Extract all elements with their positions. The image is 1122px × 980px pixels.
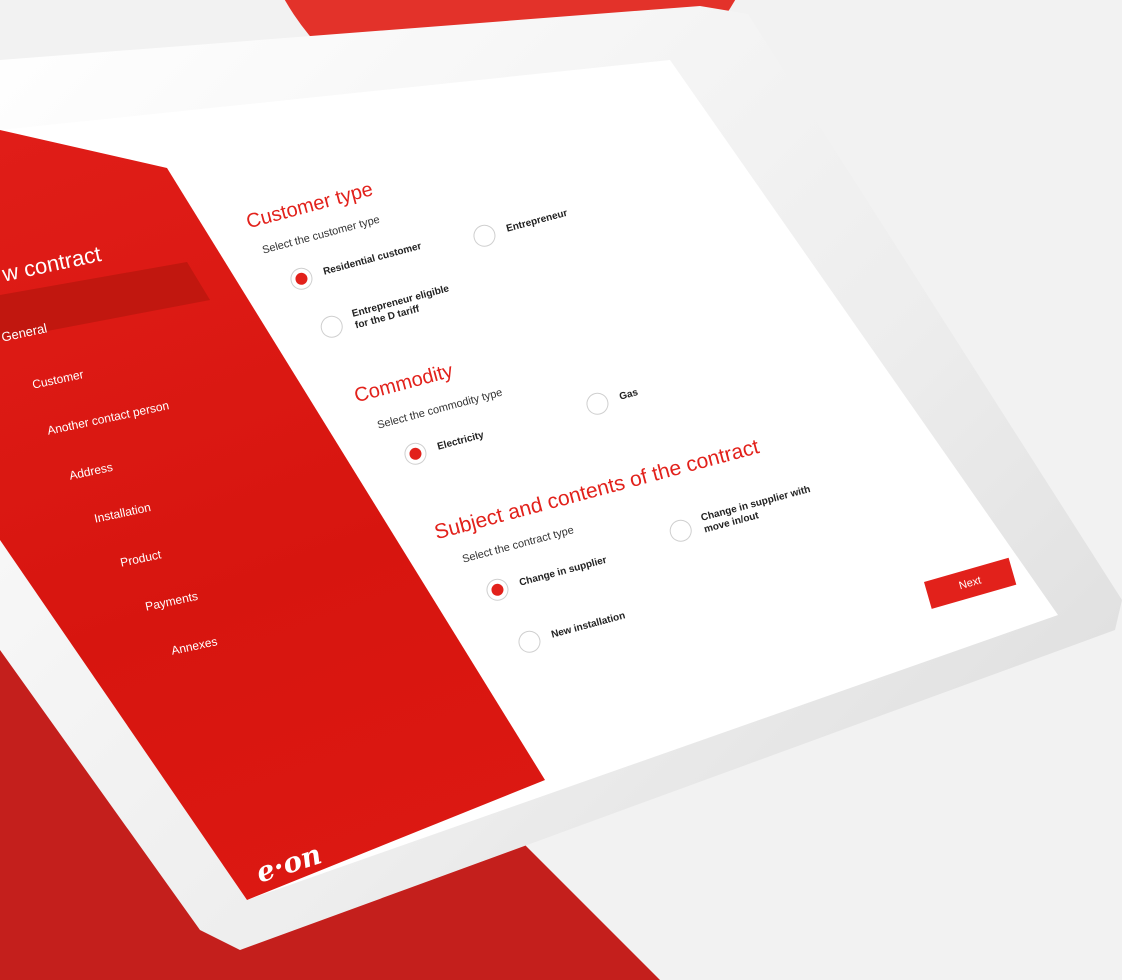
option-label: Gas	[618, 387, 640, 403]
tablet-device: w contract General Customer Another cont…	[0, 0, 1122, 953]
radio-button[interactable]	[667, 517, 695, 545]
radio-button[interactable]	[318, 313, 346, 341]
